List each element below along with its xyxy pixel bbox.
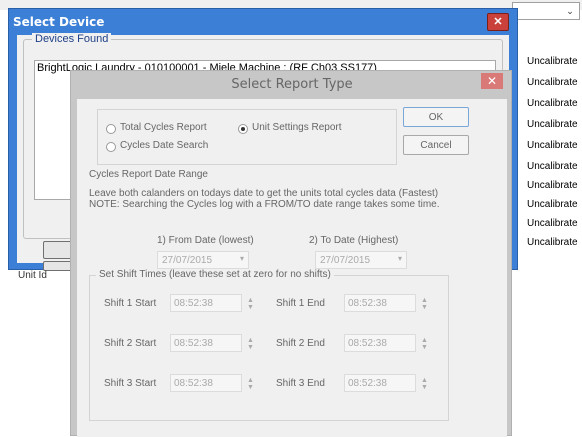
status-cell: Uncalibrate: [527, 218, 578, 229]
shift-1-start-input[interactable]: 08:52:38 ▲ ▼: [170, 294, 254, 312]
shift-2-end-input[interactable]: 08:52:38 ▲ ▼: [344, 334, 428, 352]
chevron-down-icon[interactable]: ⌄: [563, 5, 577, 17]
status-cell: Uncalibrate: [527, 56, 578, 67]
date-range-label: Cycles Report Date Range: [89, 169, 208, 180]
shift-times-label: Set Shift Times (leave these set at zero…: [96, 269, 334, 280]
status-cell: Uncalibrate: [527, 199, 578, 210]
time-value: 08:52:38: [348, 338, 387, 349]
shift-2-start-input[interactable]: 08:52:38 ▲ ▼: [170, 334, 254, 352]
time-value: 08:52:38: [348, 378, 387, 389]
radio-total-cycles[interactable]: [106, 124, 116, 134]
status-cell: Uncalibrate: [527, 180, 578, 191]
dialog-title: Select Report Type: [231, 77, 353, 92]
close-icon[interactable]: ✕: [487, 13, 509, 31]
status-cell: Uncalibrate: [527, 161, 578, 172]
note-text: NOTE: Searching the Cycles log with a FR…: [89, 199, 440, 210]
radio-label[interactable]: Unit Settings Report: [252, 122, 342, 133]
shift-3-start-input[interactable]: 08:52:38 ▲ ▼: [170, 374, 254, 392]
background-dropdown[interactable]: ⌄: [512, 2, 580, 20]
shift-end-label: Shift 2 End: [276, 338, 325, 349]
to-date-label: 2) To Date (Highest): [309, 235, 399, 246]
shift-times-group: Set Shift Times (leave these set at zero…: [89, 269, 449, 421]
status-cell: Uncalibrate: [527, 140, 578, 151]
chevron-down-icon[interactable]: ▾: [240, 254, 244, 263]
ok-button[interactable]: OK: [403, 107, 469, 127]
from-date-value: 27/07/2015: [162, 255, 213, 266]
shift-start-label: Shift 3 Start: [104, 378, 157, 389]
shift-1-end-input[interactable]: 08:52:38 ▲ ▼: [344, 294, 428, 312]
select-report-type-dialog: Select Report Type ✕ Total Cycles Report…: [70, 70, 512, 437]
shift-3-end-input[interactable]: 08:52:38 ▲ ▼: [344, 374, 428, 392]
spin-icon[interactable]: ▲ ▼: [247, 377, 255, 391]
shift-end-label: Shift 3 End: [276, 378, 325, 389]
from-date-picker[interactable]: 27/07/2015 ▾: [157, 251, 249, 269]
radio-unit-settings[interactable]: [238, 124, 248, 134]
devices-found-label: Devices Found: [32, 33, 112, 45]
shift-end-label: Shift 1 End: [276, 298, 325, 309]
radio-label[interactable]: Total Cycles Report: [120, 122, 207, 133]
close-icon[interactable]: ✕: [481, 73, 503, 89]
radio-cycles-date-search[interactable]: [106, 142, 116, 152]
report-type-client: Total Cycles Report Unit Settings Report…: [77, 99, 507, 437]
status-cell: Uncalibrate: [527, 98, 578, 109]
time-value: 08:52:38: [348, 298, 387, 309]
status-cell: Uncalibrate: [527, 77, 578, 88]
report-options-group: Total Cycles Report Unit Settings Report…: [97, 109, 397, 165]
spin-icon[interactable]: ▲ ▼: [421, 337, 429, 351]
spin-icon[interactable]: ▲ ▼: [247, 337, 255, 351]
spin-icon[interactable]: ▲ ▼: [421, 377, 429, 391]
shift-start-label: Shift 2 Start: [104, 338, 157, 349]
unit-id-label: Unit Id: [18, 270, 47, 281]
to-date-picker[interactable]: 27/07/2015 ▾: [315, 251, 407, 269]
status-cell: Uncalibrate: [527, 237, 578, 248]
instruction-text: Leave both calanders on todays date to g…: [89, 188, 439, 199]
to-date-value: 27/07/2015: [320, 255, 371, 266]
window-title: Select Device: [13, 15, 105, 29]
spin-icon[interactable]: ▲ ▼: [421, 297, 429, 311]
status-cell: Uncalibrate: [527, 119, 578, 130]
cancel-button[interactable]: Cancel: [403, 135, 469, 155]
shift-start-label: Shift 1 Start: [104, 298, 157, 309]
time-value: 08:52:38: [174, 298, 213, 309]
time-value: 08:52:38: [174, 338, 213, 349]
radio-label[interactable]: Cycles Date Search: [120, 140, 208, 151]
time-value: 08:52:38: [174, 378, 213, 389]
chevron-down-icon[interactable]: ▾: [398, 254, 402, 263]
spin-icon[interactable]: ▲ ▼: [247, 297, 255, 311]
from-date-label: 1) From Date (lowest): [157, 235, 254, 246]
